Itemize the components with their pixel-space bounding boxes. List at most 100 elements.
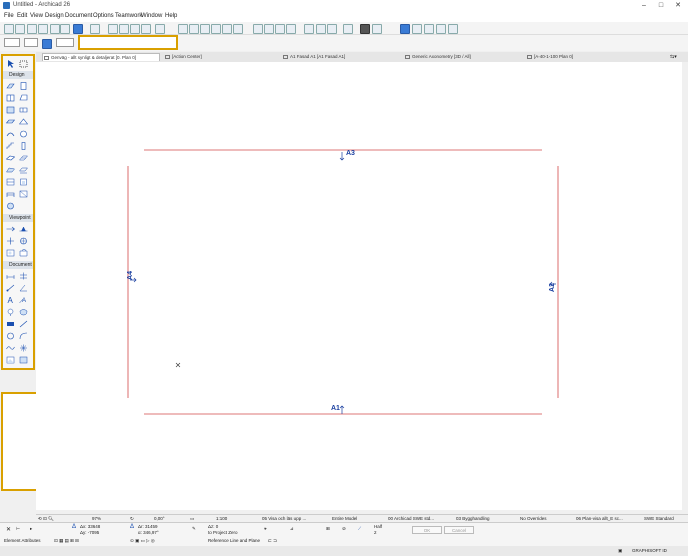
offset-icon[interactable] [222, 24, 232, 34]
slab-tool-icon[interactable] [6, 118, 15, 126]
viewpoint-section-header[interactable]: Viewpoint [3, 214, 33, 222]
menu-help[interactable]: Help [165, 13, 177, 19]
lamp-tool-icon[interactable] [6, 178, 15, 186]
morph-tool-icon[interactable] [19, 130, 28, 138]
magic-wand-icon[interactable] [50, 24, 60, 34]
arrow-tool-icon[interactable] [6, 60, 15, 68]
camera-tool-icon[interactable] [19, 249, 28, 257]
bimcloud-icon[interactable] [360, 24, 370, 34]
menu-document[interactable]: Document [65, 13, 92, 19]
delta-z-value[interactable]: Δz: 0 [208, 524, 218, 529]
spline-tool-icon[interactable] [6, 344, 15, 352]
stair-tool-icon[interactable] [6, 142, 15, 150]
division-number[interactable]: 2 [374, 530, 377, 535]
delta-r-value[interactable]: Δr: 31459 [138, 524, 158, 529]
fraction-icon[interactable]: ⟋ [358, 526, 361, 531]
snap-point-icon[interactable] [264, 24, 274, 34]
inject-icon[interactable] [38, 24, 48, 34]
guide-lines-icon[interactable] [155, 24, 165, 34]
tab-layout-plan[interactable]: [A-40-1-100 Plan 0] [526, 53, 644, 61]
close-icon[interactable]: ✕ [6, 526, 11, 533]
pen-set-select[interactable]: 00 Archicad SWE std... [388, 516, 434, 521]
collaboration-icon[interactable] [327, 24, 337, 34]
relative-icon[interactable]: ▸ [30, 526, 32, 532]
layout-icon[interactable] [119, 24, 129, 34]
parallel-icon[interactable] [200, 24, 210, 34]
mesh-tool-icon[interactable] [19, 154, 28, 162]
3d-view-icon[interactable] [424, 24, 434, 34]
delta-x-value[interactable]: Δx: 33648 [80, 524, 100, 529]
arrow-cursor-combo[interactable] [56, 38, 74, 47]
guideline-icon[interactable]: ⊘ [342, 526, 346, 532]
elevation-tool-icon[interactable] [19, 225, 28, 233]
bisector-icon[interactable] [211, 24, 221, 34]
marquee-tool-icon[interactable] [19, 60, 28, 68]
elevation-label-a3[interactable]: A3 [346, 150, 355, 157]
globe-icon[interactable] [343, 24, 353, 34]
division-select[interactable]: Half [374, 524, 382, 529]
zone-tool-icon[interactable] [6, 166, 15, 174]
elevation-label-a1[interactable]: A1 [331, 405, 340, 412]
grid-icon[interactable] [130, 24, 140, 34]
curtain-wall-tool-icon[interactable] [6, 154, 15, 162]
zone-stamp-tool-icon[interactable] [6, 308, 15, 316]
fill-tool-icon[interactable] [19, 308, 28, 316]
redo-icon[interactable] [15, 24, 25, 34]
mvo-select[interactable]: 03 Bygghandling [456, 516, 490, 521]
trace-icon[interactable] [108, 24, 118, 34]
view-icons[interactable]: ⊙ ▣ ▭ ▷ ◎ [130, 538, 155, 544]
tab-list-icon[interactable]: ⇆▾ [670, 54, 677, 60]
menu-options[interactable]: Options [93, 13, 114, 19]
tangent-icon[interactable] [233, 24, 243, 34]
stair-2-tool-icon[interactable] [19, 178, 28, 186]
marquee-icon[interactable] [90, 24, 100, 34]
tab-floor-plan[interactable]: Genväg - allt synligt & detaljerat [0. P… [42, 53, 160, 61]
object-tool-icon[interactable] [19, 166, 28, 174]
selection-method-combo[interactable] [24, 38, 38, 47]
perpendicular-icon[interactable] [189, 24, 199, 34]
undo-icon[interactable] [4, 24, 14, 34]
floor-plan-view-icon[interactable] [400, 24, 410, 34]
element-attributes-select[interactable]: Element Attributes [4, 538, 41, 543]
alpha-value[interactable]: α: 346,97° [138, 530, 159, 535]
door-tool-icon[interactable] [19, 82, 28, 90]
close-button[interactable]: ✕ [670, 1, 686, 11]
opening-tool-icon[interactable] [19, 190, 28, 198]
tab-3d-axonometry[interactable]: Generic Axonometry [3D / All] [404, 53, 522, 61]
pencil-icon[interactable]: ✎ [192, 526, 196, 532]
railing-tool-icon[interactable] [19, 142, 28, 150]
snap-grid-icon[interactable] [141, 24, 151, 34]
roof-tool-icon[interactable] [19, 118, 28, 126]
arc-tool-icon[interactable] [19, 332, 28, 340]
snap-midpoint-icon[interactable] [286, 24, 296, 34]
shell-tool-icon[interactable] [6, 130, 15, 138]
section-tool-icon[interactable] [6, 225, 15, 233]
figure-tool-icon[interactable] [6, 356, 15, 364]
snap-mode-icon[interactable]: ⊿ [290, 526, 294, 532]
flag-icon[interactable] [253, 24, 263, 34]
publisher-icon[interactable] [448, 24, 458, 34]
info-box-empty-field[interactable] [78, 35, 178, 50]
worksheet-tool-icon[interactable] [19, 237, 28, 245]
dimension-standard-select[interactable]: SWE Standard [644, 516, 674, 521]
model-view-select[interactable]: Entire Model [332, 516, 357, 521]
layer-lock-icon[interactable] [42, 39, 52, 49]
line-tool-icon[interactable] [19, 320, 28, 328]
hotspot-tool-icon[interactable] [19, 344, 28, 352]
label-tool-icon[interactable]: A [19, 296, 28, 304]
teamwork-icon[interactable] [316, 24, 326, 34]
beam-tool-icon[interactable] [19, 106, 28, 114]
floor-plan-canvas[interactable]: A3 A1 A4 A2 [36, 62, 682, 510]
menu-window[interactable]: Window [141, 13, 162, 19]
geometry-icons[interactable]: ⊏ ⊐ [268, 538, 277, 544]
scale-value[interactable]: 1:100 [216, 516, 227, 521]
elevation-label-a4[interactable]: A4 [127, 271, 134, 280]
menu-edit[interactable]: Edit [17, 13, 27, 19]
drawing-tool-icon[interactable] [19, 356, 28, 364]
menu-teamwork[interactable]: Teamwork [115, 13, 142, 19]
reference-line-select[interactable]: Reference Line and Plane [208, 538, 260, 543]
dimension-tool-icon[interactable] [6, 272, 15, 280]
pick-up-icon[interactable] [27, 24, 37, 34]
cancel-button[interactable]: Cancel [444, 526, 474, 534]
section-view-icon[interactable] [412, 24, 422, 34]
